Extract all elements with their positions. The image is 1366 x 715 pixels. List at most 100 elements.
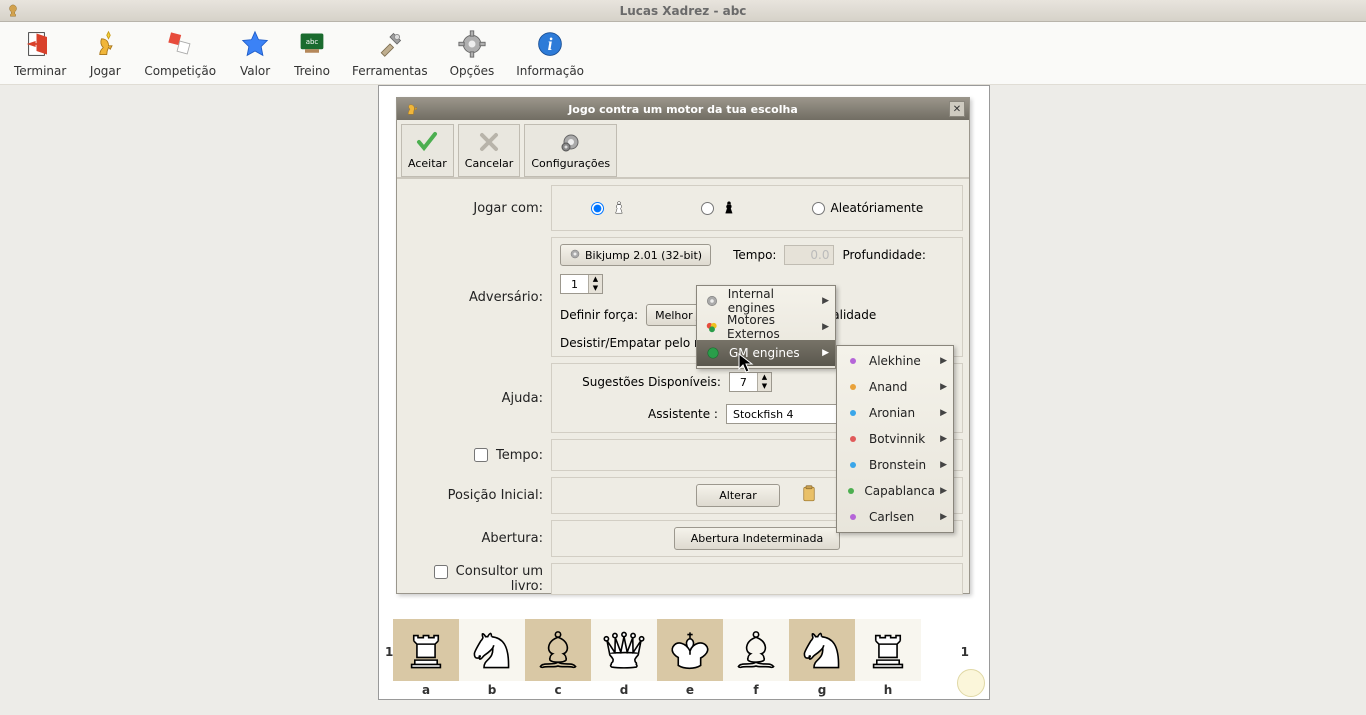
menu-item-label: Aronian bbox=[869, 406, 915, 420]
toolbar-label: Jogar bbox=[90, 64, 121, 78]
dot-icon bbox=[845, 457, 861, 473]
toolbar-treino[interactable]: abc Treino bbox=[284, 24, 340, 84]
menu-item-label: Internal engines bbox=[728, 287, 817, 315]
opening-label: Abertura: bbox=[403, 531, 551, 546]
training-icon: abc bbox=[296, 28, 328, 60]
radio-black[interactable] bbox=[701, 195, 738, 222]
toolbar-label: Valor bbox=[240, 64, 270, 78]
menu-item-gm[interactable]: GM engines ▶ bbox=[697, 340, 835, 366]
menu-item-label: Carlsen bbox=[869, 510, 914, 524]
gear-tiny-icon bbox=[705, 293, 720, 309]
toolbar-competicao[interactable]: Competição bbox=[134, 24, 226, 84]
radio-white[interactable] bbox=[591, 195, 628, 222]
dot-icon bbox=[845, 431, 861, 447]
dot-icon bbox=[845, 509, 861, 525]
main-titlebar: Lucas Xadrez - abc bbox=[0, 0, 1366, 22]
book-content bbox=[551, 563, 963, 595]
radio-random-input[interactable] bbox=[812, 202, 825, 215]
tutor-label: Assistente : bbox=[648, 407, 718, 421]
toolbar-jogar[interactable]: Jogar bbox=[78, 24, 132, 84]
hints-label: Sugestões Disponíveis: bbox=[582, 375, 721, 389]
submenu-alekhine[interactable]: Alekhine▶ bbox=[837, 348, 953, 374]
menu-item-label: Anand bbox=[869, 380, 907, 394]
cancel-button[interactable]: Cancelar bbox=[458, 124, 521, 177]
toolbar-label: Treino bbox=[294, 64, 330, 78]
dialog-close-button[interactable]: ✕ bbox=[949, 101, 965, 117]
file-label: c bbox=[525, 683, 591, 697]
initpos-label: Posição Inicial: bbox=[403, 488, 551, 503]
file-label: d bbox=[591, 683, 657, 697]
tools-icon bbox=[374, 28, 406, 60]
submenu-bronstein[interactable]: Bronstein▶ bbox=[837, 452, 953, 478]
button-label: Aceitar bbox=[408, 157, 447, 170]
menu-item-label: Botvinnik bbox=[869, 432, 925, 446]
time-checkbox[interactable] bbox=[474, 448, 488, 462]
dot-icon bbox=[845, 379, 861, 395]
toolbar-label: Informação bbox=[516, 64, 584, 78]
config-button[interactable]: Configurações bbox=[524, 124, 617, 177]
radio-white-input[interactable] bbox=[591, 202, 604, 215]
gear-small-icon bbox=[558, 129, 584, 155]
dot-icon bbox=[845, 405, 861, 421]
play-icon bbox=[89, 28, 121, 60]
submenu-capablanca[interactable]: Capablanca▶ bbox=[837, 478, 953, 504]
toolbar-valor[interactable]: Valor bbox=[228, 24, 282, 84]
gear-tiny-icon bbox=[569, 248, 581, 263]
engine-select-button[interactable]: Bikjump 2.01 (32-bit) bbox=[560, 244, 711, 266]
toolbar-terminar[interactable]: Terminar bbox=[4, 24, 76, 84]
toolbar-ferramentas[interactable]: Ferramentas bbox=[342, 24, 438, 84]
toolbar-label: Opções bbox=[450, 64, 495, 78]
competition-icon bbox=[164, 28, 196, 60]
toolbar-label: Competição bbox=[144, 64, 216, 78]
toolbar-label: Ferramentas bbox=[352, 64, 428, 78]
file-label: e bbox=[657, 683, 723, 697]
dot-icon bbox=[845, 353, 861, 369]
accept-button[interactable]: Aceitar bbox=[401, 124, 454, 177]
gm-submenu[interactable]: Alekhine▶ Anand▶ Aronian▶ Botvinnik▶ Bro… bbox=[836, 345, 954, 533]
initpos-button[interactable]: Alterar bbox=[696, 484, 779, 507]
button-label: Cancelar bbox=[465, 157, 514, 170]
black-pawn-icon bbox=[720, 195, 738, 222]
menu-item-label: Motores Externos bbox=[727, 313, 817, 341]
svg-text:i: i bbox=[548, 34, 553, 54]
depth-value: 1 bbox=[561, 278, 588, 291]
radio-black-input[interactable] bbox=[701, 202, 714, 215]
submenu-botvinnik[interactable]: Botvinnik▶ bbox=[837, 426, 953, 452]
dot-icon bbox=[845, 483, 856, 499]
board-files: a b c d e f g h bbox=[393, 683, 953, 697]
submenu-aronian[interactable]: Aronian▶ bbox=[837, 400, 953, 426]
engine-name: Bikjump 2.01 (32-bit) bbox=[585, 249, 702, 262]
gear-icon bbox=[456, 28, 488, 60]
menu-item-external[interactable]: Motores Externos ▶ bbox=[697, 314, 835, 340]
engine-category-menu[interactable]: Internal engines ▶ Motores Externos ▶ GM… bbox=[696, 285, 836, 369]
dialog-title: Jogo contra um motor da tua escolha bbox=[397, 103, 969, 116]
paste-icon[interactable] bbox=[800, 485, 818, 506]
toolbar-informacao[interactable]: i Informação bbox=[506, 24, 594, 84]
turn-indicator bbox=[957, 669, 985, 697]
svg-text:abc: abc bbox=[306, 38, 319, 46]
submenu-carlsen[interactable]: Carlsen▶ bbox=[837, 504, 953, 530]
cross-icon bbox=[476, 129, 502, 155]
playas-content: Aleatóriamente bbox=[551, 185, 963, 231]
dialog-toolbar: Aceitar Cancelar Configurações bbox=[397, 120, 969, 179]
book-checkbox[interactable] bbox=[434, 565, 448, 579]
depth-spinner[interactable]: 1 ▲▼ bbox=[560, 274, 603, 294]
radio-random[interactable]: Aleatóriamente bbox=[812, 201, 924, 215]
submenu-anand[interactable]: Anand▶ bbox=[837, 374, 953, 400]
menu-item-label: Alekhine bbox=[869, 354, 921, 368]
file-label: b bbox=[459, 683, 525, 697]
button-label: Configurações bbox=[531, 157, 610, 170]
exit-icon bbox=[24, 28, 56, 60]
toolbar-opcoes[interactable]: Opções bbox=[440, 24, 505, 84]
toolbar-label: Terminar bbox=[14, 64, 66, 78]
file-label: a bbox=[393, 683, 459, 697]
board-rank-1 bbox=[393, 619, 953, 679]
hints-spinner[interactable]: 7 ▲▼ bbox=[729, 372, 772, 392]
menu-item-internal[interactable]: Internal engines ▶ bbox=[697, 288, 835, 314]
main-toolbar: Terminar Jogar Competição Valor abc Trei… bbox=[0, 22, 1366, 85]
time-row-text: Tempo: bbox=[496, 448, 543, 463]
dialog-titlebar[interactable]: Jogo contra um motor da tua escolha ✕ bbox=[397, 98, 969, 120]
opening-button[interactable]: Abertura Indeterminada bbox=[674, 527, 840, 550]
tutor-value: Stockfish 4 bbox=[733, 408, 794, 421]
file-label: f bbox=[723, 683, 789, 697]
